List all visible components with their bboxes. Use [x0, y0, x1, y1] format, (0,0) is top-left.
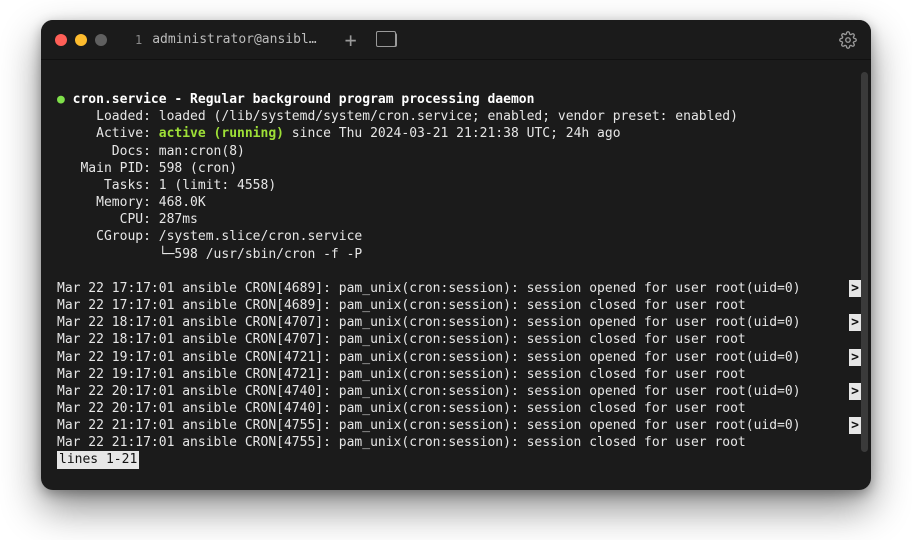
mainpid-value: 598 (cron) — [151, 161, 237, 176]
log-text: Mar 22 21:17:01 ansible CRON[4755]: pam_… — [57, 434, 746, 451]
minimize-button[interactable] — [75, 34, 87, 46]
truncation-indicator: > — [849, 314, 861, 331]
log-text: Mar 22 19:17:01 ansible CRON[4721]: pam_… — [57, 366, 746, 383]
log-text: Mar 22 18:17:01 ansible CRON[4707]: pam_… — [57, 314, 801, 331]
scrollbar[interactable] — [861, 72, 868, 452]
docs-value: man:cron(8) — [151, 144, 245, 159]
log-text: Mar 22 20:17:01 ansible CRON[4740]: pam_… — [57, 400, 746, 417]
status-bullet: ● — [57, 92, 65, 107]
cgroup-label: CGroup: — [57, 229, 151, 244]
log-line: Mar 22 21:17:01 ansible CRON[4755]: pam_… — [57, 434, 855, 451]
log-lines: Mar 22 17:17:01 ansible CRON[4689]: pam_… — [57, 280, 855, 452]
loaded-value: loaded (/lib/systemd/system/cron.service… — [151, 109, 738, 124]
log-text: Mar 22 17:17:01 ansible CRON[4689]: pam_… — [57, 297, 746, 314]
tasks-value: 1 (limit: 4558) — [151, 178, 276, 193]
zoom-button[interactable] — [95, 34, 107, 46]
close-button[interactable] — [55, 34, 67, 46]
truncation-indicator: > — [849, 349, 861, 366]
tab-number: 1 — [135, 33, 142, 47]
log-line: Mar 22 17:17:01 ansible CRON[4689]: pam_… — [57, 280, 855, 297]
log-line: Mar 22 17:17:01 ansible CRON[4689]: pam_… — [57, 297, 855, 314]
memory-label: Memory: — [57, 195, 151, 210]
truncation-indicator: > — [849, 383, 861, 400]
pager-status: lines 1-21 — [57, 451, 139, 468]
log-line: Mar 22 19:17:01 ansible CRON[4721]: pam_… — [57, 366, 855, 383]
mainpid-label: Main PID: — [57, 161, 151, 176]
titlebar: 1 administrator@ansibl… + — [41, 20, 871, 60]
log-text: Mar 22 21:17:01 ansible CRON[4755]: pam_… — [57, 417, 801, 434]
log-line: Mar 22 20:17:01 ansible CRON[4740]: pam_… — [57, 400, 855, 417]
active-label: Active: — [57, 126, 151, 141]
docs-label: Docs: — [57, 144, 151, 159]
terminal-viewport: ● cron.service - Regular background prog… — [41, 60, 871, 490]
new-tab-button[interactable]: + — [331, 28, 371, 52]
memory-value: 468.0K — [151, 195, 206, 210]
log-line: Mar 22 20:17:01 ansible CRON[4740]: pam_… — [57, 383, 855, 400]
log-text: Mar 22 19:17:01 ansible CRON[4721]: pam_… — [57, 349, 801, 366]
loaded-label: Loaded: — [57, 109, 151, 124]
tab-title: administrator@ansibl… — [152, 32, 316, 47]
active-suffix: since Thu 2024-03-21 21:21:38 UTC; 24h a… — [284, 126, 621, 141]
cgroup-value: /system.slice/cron.service — [151, 229, 362, 244]
tab-current[interactable]: 1 administrator@ansibl… — [129, 20, 331, 59]
panes-icon[interactable] — [379, 33, 397, 47]
cgroup-tree: └─598 /usr/sbin/cron -f -P — [57, 247, 362, 262]
cpu-label: CPU: — [57, 212, 151, 227]
log-line: Mar 22 18:17:01 ansible CRON[4707]: pam_… — [57, 331, 855, 348]
log-text: Mar 22 18:17:01 ansible CRON[4707]: pam_… — [57, 331, 746, 348]
cpu-value: 287ms — [151, 212, 198, 227]
log-line: Mar 22 18:17:01 ansible CRON[4707]: pam_… — [57, 314, 855, 331]
terminal-output[interactable]: ● cron.service - Regular background prog… — [41, 60, 871, 490]
log-line: Mar 22 19:17:01 ansible CRON[4721]: pam_… — [57, 349, 855, 366]
settings-icon[interactable] — [839, 31, 857, 49]
terminal-window: 1 administrator@ansibl… + ● cron.service… — [41, 20, 871, 490]
log-text: Mar 22 17:17:01 ansible CRON[4689]: pam_… — [57, 280, 801, 297]
window-controls — [55, 34, 107, 46]
service-name-line: cron.service - Regular background progra… — [73, 92, 535, 107]
log-text: Mar 22 20:17:01 ansible CRON[4740]: pam_… — [57, 383, 801, 400]
active-value: active (running) — [159, 126, 284, 141]
log-line: Mar 22 21:17:01 ansible CRON[4755]: pam_… — [57, 417, 855, 434]
tasks-label: Tasks: — [57, 178, 151, 193]
truncation-indicator: > — [849, 417, 861, 434]
truncation-indicator: > — [849, 280, 861, 297]
